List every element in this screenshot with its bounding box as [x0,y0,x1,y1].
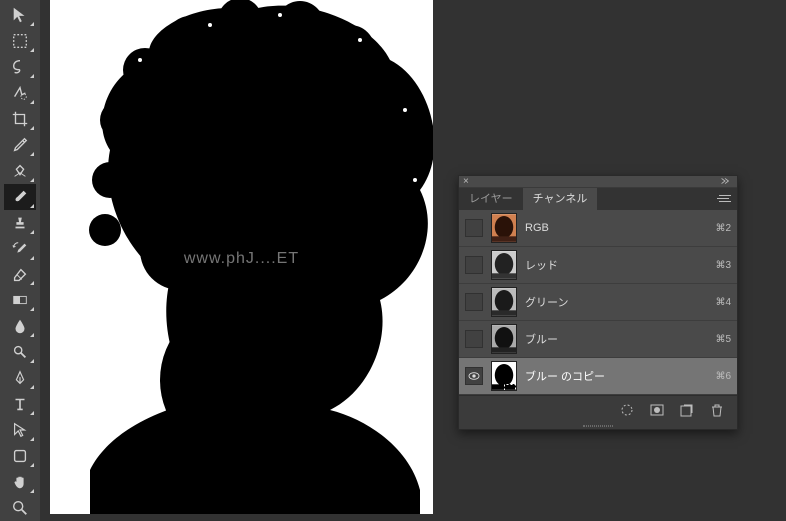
panel-titlebar[interactable]: × [459,176,737,188]
channels-panel: × レイヤー チャンネル RGB ⌘2 レッド ⌘3 [458,175,738,430]
tab-layers[interactable]: レイヤー [459,188,523,210]
zoom-tool[interactable] [4,495,36,521]
marquee-tool[interactable] [4,28,36,54]
lasso-tool[interactable] [4,54,36,80]
channel-name: グリーン [525,294,715,310]
type-tool[interactable] [4,391,36,417]
visibility-toggle[interactable] [465,367,483,385]
selection-dotted-icon[interactable] [617,401,637,419]
new-channel-icon[interactable] [677,401,697,419]
channel-thumb[interactable] [491,287,517,317]
canvas[interactable]: www.phJ....ET [50,0,433,514]
path-select-tool[interactable] [4,417,36,443]
gradient-tool[interactable] [4,287,36,313]
panel-menu-icon[interactable] [715,192,731,206]
channel-row-red[interactable]: レッド ⌘3 [459,247,737,284]
channel-shortcut: ⌘6 [715,371,731,382]
channel-shortcut: ⌘3 [715,260,731,271]
channel-thumb[interactable] [491,213,517,243]
channel-thumb[interactable] [491,324,517,354]
pen-tool[interactable] [4,365,36,391]
close-icon[interactable]: × [463,176,475,188]
visibility-toggle[interactable] [465,256,483,274]
move-tool[interactable] [4,2,36,28]
channel-name: ブルー のコピー [525,368,715,384]
channel-row-rgb[interactable]: RGB ⌘2 [459,210,737,247]
channel-shortcut: ⌘4 [715,297,731,308]
shape-tool[interactable] [4,443,36,469]
panel-footer [459,395,737,423]
dodge-tool[interactable] [4,339,36,365]
channel-row-blue[interactable]: ブルー ⌘5 [459,321,737,358]
brush-tool[interactable] [4,184,36,210]
crop-tool[interactable] [4,106,36,132]
tab-channels[interactable]: チャンネル [523,188,598,210]
eyedropper-tool[interactable] [4,132,36,158]
visibility-toggle[interactable] [465,219,483,237]
mask-icon[interactable] [647,401,667,419]
channel-row-blue-copy[interactable]: ブルー のコピー ⌘6 [459,358,737,395]
channel-thumb[interactable] [491,361,517,391]
trash-icon[interactable] [707,401,727,419]
channel-name: レッド [525,257,715,273]
panel-tabs: レイヤー チャンネル [459,188,737,210]
channel-row-green[interactable]: グリーン ⌘4 [459,284,737,321]
history-brush-tool[interactable] [4,236,36,262]
eraser-tool[interactable] [4,262,36,288]
blur-tool[interactable] [4,313,36,339]
resize-grabber[interactable] [459,423,737,429]
collapse-icon[interactable] [719,176,733,188]
patch-tool[interactable] [4,158,36,184]
channel-shortcut: ⌘5 [715,334,731,345]
visibility-toggle[interactable] [465,330,483,348]
channel-name: ブルー [525,331,715,347]
channel-shortcut: ⌘2 [715,223,731,234]
stamp-tool[interactable] [4,210,36,236]
hand-tool[interactable] [4,469,36,495]
channel-list: RGB ⌘2 レッド ⌘3 グリーン ⌘4 ブルー ⌘5 [459,210,737,395]
tools-toolbar [0,0,40,521]
quick-select-tool[interactable] [4,80,36,106]
visibility-toggle[interactable] [465,293,483,311]
channel-thumb[interactable] [491,250,517,280]
channel-name: RGB [525,222,715,234]
